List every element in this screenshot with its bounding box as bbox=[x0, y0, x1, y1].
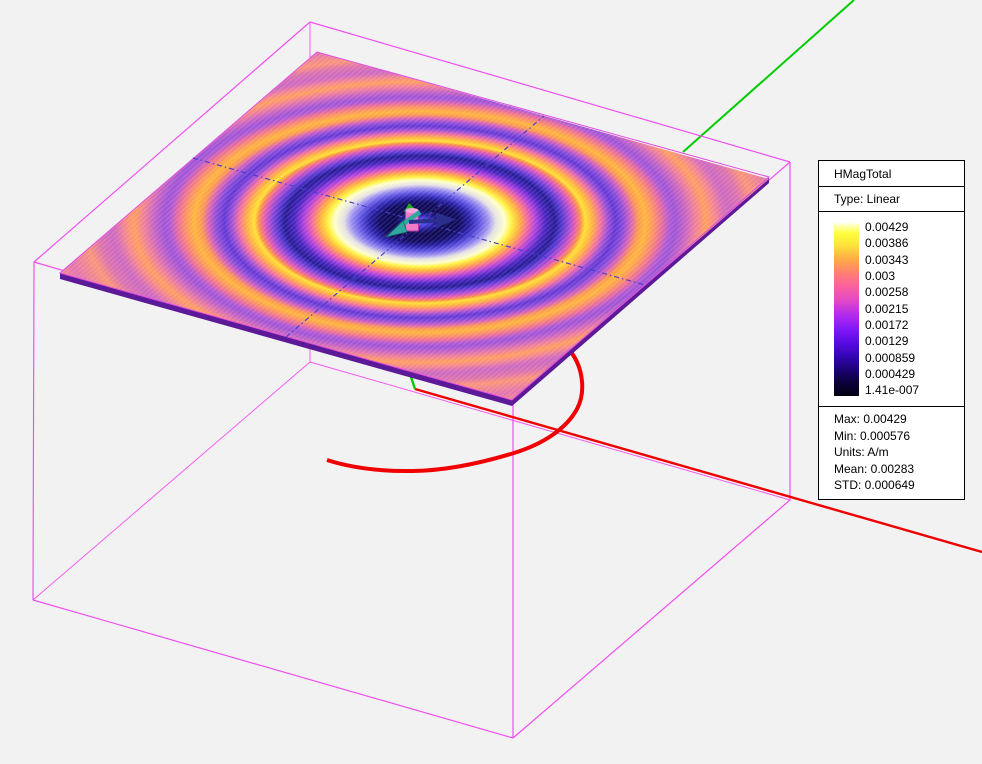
scale-tick-label: 0.00258 bbox=[865, 284, 919, 300]
scale-tick-label: 0.00129 bbox=[865, 333, 919, 349]
field-plot-viewport[interactable]: HMagTotal Type: Linear 0.00429 0.00386 0… bbox=[0, 0, 982, 764]
legend-colorbar bbox=[834, 223, 859, 396]
legend-scale-labels: 0.00429 0.00386 0.00343 0.003 0.00258 0.… bbox=[865, 219, 919, 399]
scale-tick-label: 0.00343 bbox=[865, 252, 919, 268]
stat-units: Units: A/m bbox=[834, 444, 964, 461]
stat-min: Min: 0.000576 bbox=[834, 428, 964, 445]
legend-scale-section: 0.00429 0.00386 0.00343 0.003 0.00258 0.… bbox=[819, 212, 964, 407]
stat-std: STD: 0.000649 bbox=[834, 477, 964, 494]
stat-max: Max: 0.00429 bbox=[834, 411, 964, 428]
scale-tick-label: 1.41e-007 bbox=[865, 382, 919, 398]
scale-tick-label: 0.00215 bbox=[865, 301, 919, 317]
scale-tick-label: 0.000859 bbox=[865, 350, 919, 366]
legend-title: HMagTotal bbox=[819, 161, 964, 187]
scale-tick-label: 0.00386 bbox=[865, 235, 919, 251]
scale-tick-label: 0.000429 bbox=[865, 366, 919, 382]
legend-stats-section: Max: 0.00429 Min: 0.000576 Units: A/m Me… bbox=[819, 407, 964, 499]
stat-mean: Mean: 0.00283 bbox=[834, 461, 964, 478]
field-legend[interactable]: HMagTotal Type: Linear 0.00429 0.00386 0… bbox=[818, 160, 965, 500]
navy-arrow-shaft bbox=[409, 221, 437, 223]
scale-tick-label: 0.00172 bbox=[865, 317, 919, 333]
legend-scale-type: Type: Linear bbox=[819, 187, 964, 212]
scale-tick-label: 0.003 bbox=[865, 268, 919, 284]
scale-tick-label: 0.00429 bbox=[865, 219, 919, 235]
